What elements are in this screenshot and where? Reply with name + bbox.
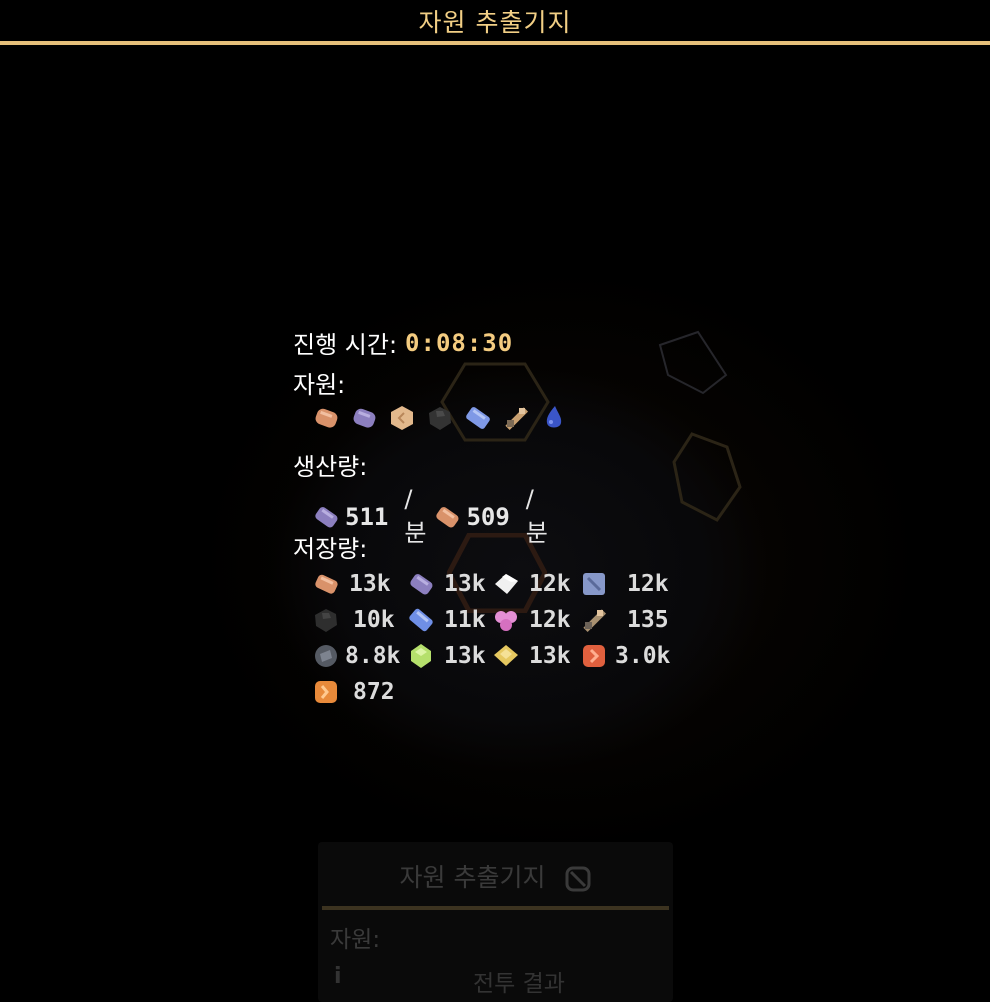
production-row: 생산량: (293, 447, 367, 482)
plastanium-icon (491, 641, 521, 671)
resources-label: 자원: (293, 371, 346, 399)
storage-item: 3.0k (579, 641, 679, 671)
storage-value: 10k (353, 607, 395, 633)
production-lead-value: 511 (345, 502, 389, 531)
phase-fabric-icon (406, 641, 436, 671)
titanium-icon (406, 605, 436, 635)
titanium-icon (463, 403, 493, 433)
resources-row: 자원: (293, 365, 345, 400)
storage-item: 872 (311, 677, 406, 707)
storage-value: 8.8k (345, 643, 401, 669)
production-label: 생산량: (293, 453, 368, 481)
sector-hex-3 (672, 432, 742, 522)
water-icon (539, 403, 569, 433)
dialog-title-text: 자원 추출기지 (399, 863, 546, 892)
storage-item: 8.8k (311, 641, 406, 671)
surge-alloy-icon (579, 641, 609, 671)
metaglass-icon (491, 569, 521, 599)
resources-icon-row (311, 403, 569, 433)
dialog-resources-label: 자원: (330, 927, 381, 953)
storage-item: 13k (491, 641, 579, 671)
elapsed-value: 0:08:30 (405, 328, 514, 357)
spore-pod-icon (491, 605, 521, 635)
storage-value: 13k (444, 643, 486, 669)
storage-item: 13k (406, 569, 491, 599)
storage-value: 13k (349, 571, 391, 597)
storage-label: 저장량: (293, 535, 368, 563)
silicon-icon (311, 641, 341, 671)
elapsed-label: 진행 시간: (293, 331, 398, 359)
scrap-icon (579, 605, 609, 635)
copper-ore-icon (311, 403, 341, 433)
block-icon (565, 866, 591, 892)
storage-value: 135 (627, 607, 669, 633)
storage-value: 12k (529, 571, 571, 597)
coal-icon (425, 403, 455, 433)
storage-item: 12k (579, 569, 679, 599)
storage-item: 12k (491, 605, 579, 635)
page-title: 자원 추출기지 (418, 7, 572, 37)
storage-value: 12k (627, 571, 669, 597)
lead-ore-icon (349, 403, 379, 433)
dialog-divider (322, 906, 669, 910)
battle-result-label: 전투 결과 (473, 971, 565, 997)
sector-dialog-background: 자원 추출기지 자원: i 전투 결과 (318, 842, 673, 1002)
blast-compound-icon (311, 677, 341, 707)
storage-value: 872 (353, 679, 395, 705)
storage-value: 13k (529, 643, 571, 669)
storage-value: 11k (444, 607, 486, 633)
storage-grid: 13k 13k 12k 12k 10k 11k 12k 135 8.8k 13k… (311, 569, 679, 707)
storage-item: 11k (406, 605, 491, 635)
production-copper-value: 509 (466, 502, 510, 531)
scrap-icon (501, 403, 531, 433)
storage-item: 10k (311, 605, 406, 635)
production-copper-unit: /분 (525, 485, 548, 547)
storage-value: 12k (529, 607, 571, 633)
storage-value: 3.0k (615, 643, 671, 669)
coal-icon (311, 605, 341, 635)
lead-icon (311, 502, 341, 532)
graphite-icon (579, 569, 609, 599)
dialog-title: 자원 추출기지 (318, 858, 673, 894)
storage-item: 13k (406, 641, 491, 671)
info-icon[interactable]: i (334, 964, 342, 989)
storage-row: 저장량: (293, 529, 367, 564)
storage-item: 135 (579, 605, 679, 635)
title-bar: 자원 추출기지 (0, 0, 990, 45)
storage-value: 13k (444, 571, 486, 597)
lead-icon (406, 569, 436, 599)
storage-item: 12k (491, 569, 579, 599)
copper-icon (432, 502, 462, 532)
storage-item: 13k (311, 569, 406, 599)
elapsed-row: 진행 시간: 0:08:30 (293, 325, 513, 360)
production-lead-unit: /분 (404, 485, 427, 547)
sector-hex-2 (658, 330, 728, 395)
copper-icon (311, 569, 341, 599)
sand-icon (387, 403, 417, 433)
